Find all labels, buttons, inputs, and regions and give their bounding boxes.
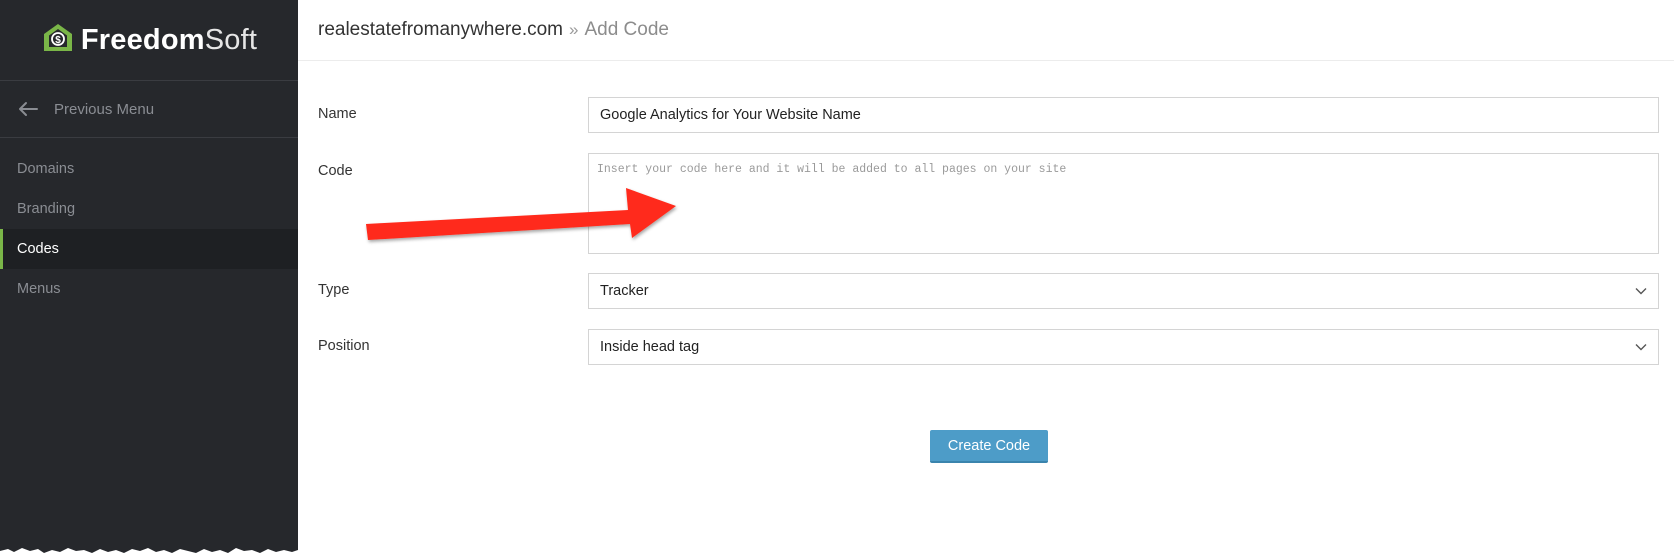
sidebar-item-label: Menus xyxy=(17,281,61,297)
breadcrumb-current-page: Add Code xyxy=(584,19,669,40)
code-placeholder: Insert your code here and it will be add… xyxy=(597,163,1067,176)
position-selected-value: Inside head tag xyxy=(600,339,700,355)
sidebar-item-branding[interactable]: Branding xyxy=(0,189,298,229)
torn-edge-decoration xyxy=(0,548,298,559)
type-select[interactable]: Tracker xyxy=(588,273,1659,309)
sidebar-item-menus[interactable]: Menus xyxy=(0,269,298,309)
previous-menu-link[interactable]: Previous Menu xyxy=(0,81,298,138)
breadcrumb: realestatefromanywhere.com » Add Code xyxy=(298,0,1674,61)
freedomsoft-logo-icon: $ xyxy=(41,22,75,59)
chevron-down-icon xyxy=(1635,287,1647,295)
name-label: Name xyxy=(318,106,357,122)
previous-menu-label: Previous Menu xyxy=(54,100,155,118)
sidebar-item-label: Branding xyxy=(17,201,76,217)
red-arrow-annotation xyxy=(366,188,676,240)
brand-name: FreedomSoft xyxy=(80,23,258,56)
code-label: Code xyxy=(318,163,353,179)
sidebar-item-domains[interactable]: Domains xyxy=(0,149,298,189)
position-select[interactable]: Inside head tag xyxy=(588,329,1659,365)
sidebar-item-label: Domains xyxy=(17,161,75,177)
breadcrumb-site-link[interactable]: realestatefromanywhere.com xyxy=(318,19,563,41)
position-label: Position xyxy=(318,338,370,354)
type-selected-value: Tracker xyxy=(600,283,649,299)
main-content: realestatefromanywhere.com » Add Code Na… xyxy=(298,0,1674,559)
brand-logo[interactable]: $ FreedomSoft xyxy=(41,22,257,59)
svg-text:$: $ xyxy=(55,35,61,46)
sidebar-item-label: Codes xyxy=(17,241,59,257)
name-field[interactable]: Google Analytics for Your Website Name xyxy=(588,97,1659,133)
brand-header: $ FreedomSoft xyxy=(0,0,298,81)
chevron-down-icon xyxy=(1635,343,1647,351)
code-textarea[interactable]: Insert your code here and it will be add… xyxy=(588,153,1659,254)
breadcrumb-separator: » xyxy=(569,20,579,39)
create-code-button[interactable]: Create Code xyxy=(930,430,1048,463)
arrow-left-icon xyxy=(18,101,38,117)
sidebar-nav: Domains Branding Codes Menus xyxy=(0,138,298,309)
name-field-value: Google Analytics for Your Website Name xyxy=(600,107,861,123)
type-label: Type xyxy=(318,282,350,298)
sidebar-item-codes[interactable]: Codes xyxy=(0,229,298,269)
sidebar: $ FreedomSoft Previous Menu Domains Bran… xyxy=(0,0,298,559)
